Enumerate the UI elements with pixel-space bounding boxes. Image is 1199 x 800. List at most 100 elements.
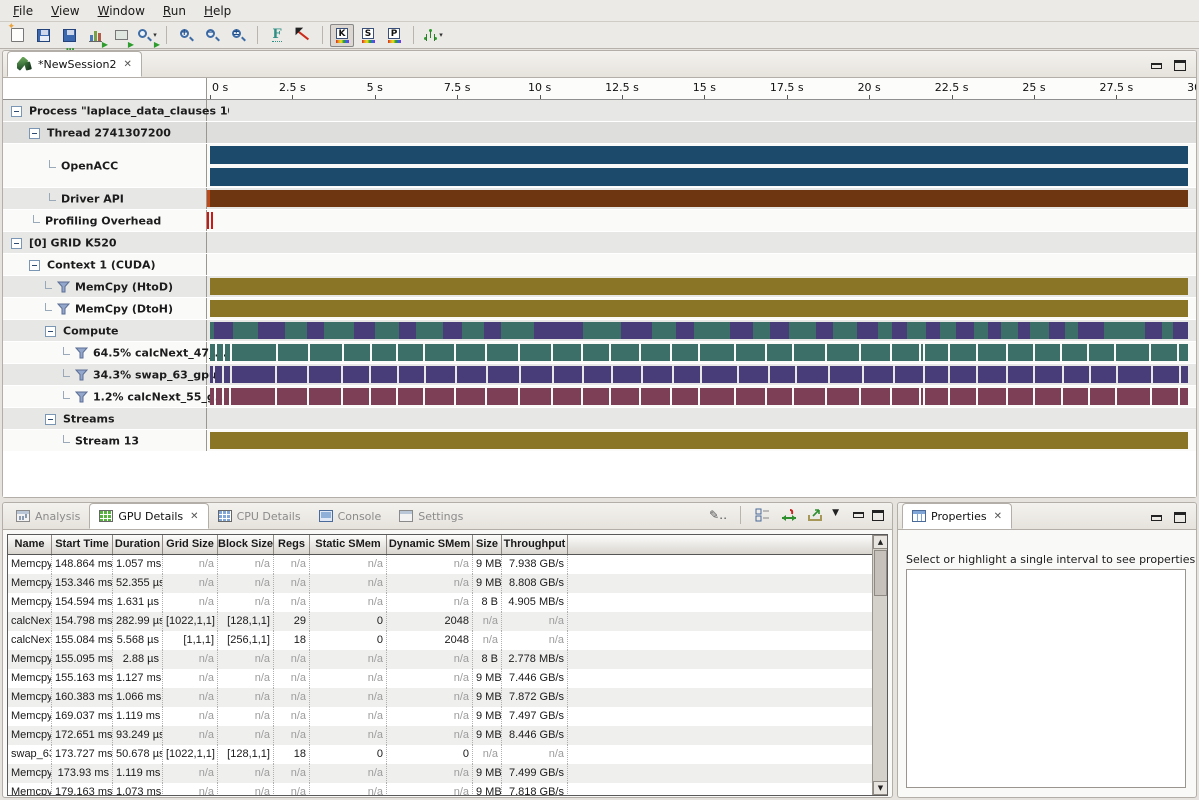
table-cell[interactable]: n/a (310, 783, 387, 795)
edit-filter-icon[interactable]: ✎‥ (709, 507, 727, 523)
timeline-interval-bar[interactable] (700, 344, 735, 361)
timeline-interval-bar[interactable] (520, 388, 551, 405)
table-cell[interactable]: 173.727 ms (52, 745, 113, 764)
save-button[interactable] (31, 24, 55, 47)
timeline-interval-bar[interactable] (895, 366, 922, 383)
timeline-interval-bar[interactable] (611, 344, 639, 361)
table-cell[interactable]: n/a (310, 726, 387, 745)
scrollbar-up-icon[interactable]: ▲ (873, 535, 888, 549)
flag-marker-button[interactable]: F (265, 24, 289, 47)
table-cell[interactable]: n/a (387, 574, 473, 593)
tab-properties[interactable]: Properties ✕ (902, 503, 1012, 529)
tree-expander-icon[interactable] (11, 106, 22, 117)
timeline-interval-bar[interactable] (1116, 344, 1149, 361)
table-cell[interactable]: 18 (274, 745, 310, 764)
timeline-track[interactable] (207, 188, 1196, 209)
table-cell[interactable]: 8.446 GB/s (502, 726, 568, 745)
timeline-interval-bar[interactable] (857, 322, 878, 339)
table-row[interactable]: Memcpy172.651 ms93.249 µsn/an/an/an/an/a… (8, 726, 872, 745)
timeline-row[interactable]: Profiling Overhead (3, 210, 1196, 232)
table-cell[interactable]: n/a (163, 574, 218, 593)
timeline-interval-bar[interactable] (988, 322, 1002, 339)
table-cell[interactable]: 9 MB (473, 574, 502, 593)
timeline-interval-bar[interactable] (921, 344, 923, 361)
table-cell[interactable]: [1022,1,1] (163, 612, 218, 631)
table-cell[interactable]: 9 MB (473, 669, 502, 688)
table-cell[interactable]: calcNext (8, 612, 52, 631)
timeline-interval-bar[interactable] (232, 366, 276, 383)
timeline-interval-bar[interactable] (797, 366, 828, 383)
timeline-interval-bar[interactable] (416, 322, 443, 339)
timeline-interval-bar[interactable] (277, 388, 307, 405)
table-cell[interactable]: 1.119 ms (113, 764, 163, 783)
timeline-interval-bar[interactable] (978, 388, 1006, 405)
table-cell[interactable]: 8 B (473, 593, 502, 612)
table-cell[interactable]: n/a (387, 650, 473, 669)
timeline-interval-bar[interactable] (210, 344, 215, 361)
table-cell[interactable]: 148.864 ms (52, 555, 113, 574)
timeline-interval-bar[interactable] (794, 344, 825, 361)
timeline-interval-bar[interactable] (827, 344, 859, 361)
table-cell[interactable]: n/a (502, 745, 568, 764)
timeline-interval-bar[interactable] (553, 388, 581, 405)
table-cell[interactable]: 7.938 GB/s (502, 555, 568, 574)
table-cell[interactable]: 155.163 ms (52, 669, 113, 688)
table-cell[interactable]: 0 (387, 745, 473, 764)
timeline-interval-bar[interactable] (1062, 344, 1087, 361)
timeline-track[interactable] (207, 276, 1196, 297)
table-cell[interactable]: n/a (163, 650, 218, 669)
timeline-interval-bar[interactable] (1152, 388, 1178, 405)
timeline-interval-bar[interactable] (892, 344, 919, 361)
timeline-interval-bar[interactable] (501, 322, 534, 339)
timeline-interval-bar[interactable] (1078, 322, 1104, 339)
timeline-interval-bar[interactable] (215, 366, 222, 383)
timeline-interval-bar[interactable] (1065, 322, 1079, 339)
timeline-interval-bar[interactable] (210, 366, 213, 383)
timeline-interval-bar[interactable] (753, 322, 769, 339)
table-cell[interactable]: n/a (473, 631, 502, 650)
timeline-interval-bar[interactable] (398, 388, 423, 405)
timeline-interval-bar[interactable] (1035, 388, 1061, 405)
timeline-interval-bar[interactable] (907, 322, 926, 339)
timeline-interval-bar[interactable] (232, 344, 276, 361)
timeline-interval-bar[interactable] (354, 322, 375, 339)
timeline-interval-bar[interactable] (462, 322, 484, 339)
menu-window[interactable]: Window (89, 1, 154, 21)
table-cell[interactable]: 9 MB (473, 555, 502, 574)
timeline-row[interactable]: Thread 2741307200 (3, 122, 1196, 144)
timeline-row[interactable]: [0] GRID K520 (3, 232, 1196, 254)
timeline-track[interactable] (207, 364, 1196, 385)
timeline-interval-bar[interactable] (225, 344, 230, 361)
timeline-interval-bar[interactable] (1018, 322, 1030, 339)
timeline-interval-bar[interactable] (583, 388, 609, 405)
table-row[interactable]: Memcpy155.163 ms1.127 msn/an/an/an/an/a9… (8, 669, 872, 688)
timeline-interval-bar[interactable] (950, 344, 976, 361)
timeline-interval-bar[interactable] (375, 322, 400, 339)
table-row[interactable]: Memcpy153.346 ms52.355 µsn/an/an/an/an/a… (8, 574, 872, 593)
table-cell[interactable]: calcNext (8, 631, 52, 650)
table-cell[interactable]: 7.818 GB/s (502, 783, 568, 795)
timeline-interval-bar[interactable] (956, 322, 974, 339)
table-cell[interactable]: 160.383 ms (52, 688, 113, 707)
table-cell[interactable]: 1.057 ms (113, 555, 163, 574)
scrollbar-down-icon[interactable]: ▼ (873, 781, 888, 795)
timeline-interval-bar[interactable] (216, 388, 222, 405)
timeline-interval-bar[interactable] (676, 322, 694, 339)
table-cell[interactable]: 169.037 ms (52, 707, 113, 726)
table-cell[interactable]: 5.568 µs (113, 631, 163, 650)
table-cell[interactable]: 155.095 ms (52, 650, 113, 669)
table-cell[interactable]: n/a (163, 669, 218, 688)
table-cell[interactable]: 9 MB (473, 783, 502, 795)
table-cell[interactable]: n/a (387, 555, 473, 574)
timeline-interval-bar[interactable] (1153, 366, 1179, 383)
table-row[interactable]: Memcpy179.163 ms1.073 msn/an/an/an/an/a9… (8, 783, 872, 795)
table-cell[interactable]: 179.163 ms (52, 783, 113, 795)
tree-expander-icon[interactable] (45, 326, 56, 337)
table-cell[interactable]: 2.778 MB/s (502, 650, 568, 669)
table-row[interactable]: calcNext154.798 ms282.99 µs[1022,1,1][12… (8, 612, 872, 631)
table-cell[interactable]: 0 (310, 631, 387, 650)
column-header-block-size[interactable]: Block Size (218, 535, 274, 554)
timeline-interval-bar[interactable] (309, 388, 341, 405)
timeline-interval-bar[interactable] (214, 322, 233, 339)
timeline-row[interactable]: Context 1 (CUDA) (3, 254, 1196, 276)
